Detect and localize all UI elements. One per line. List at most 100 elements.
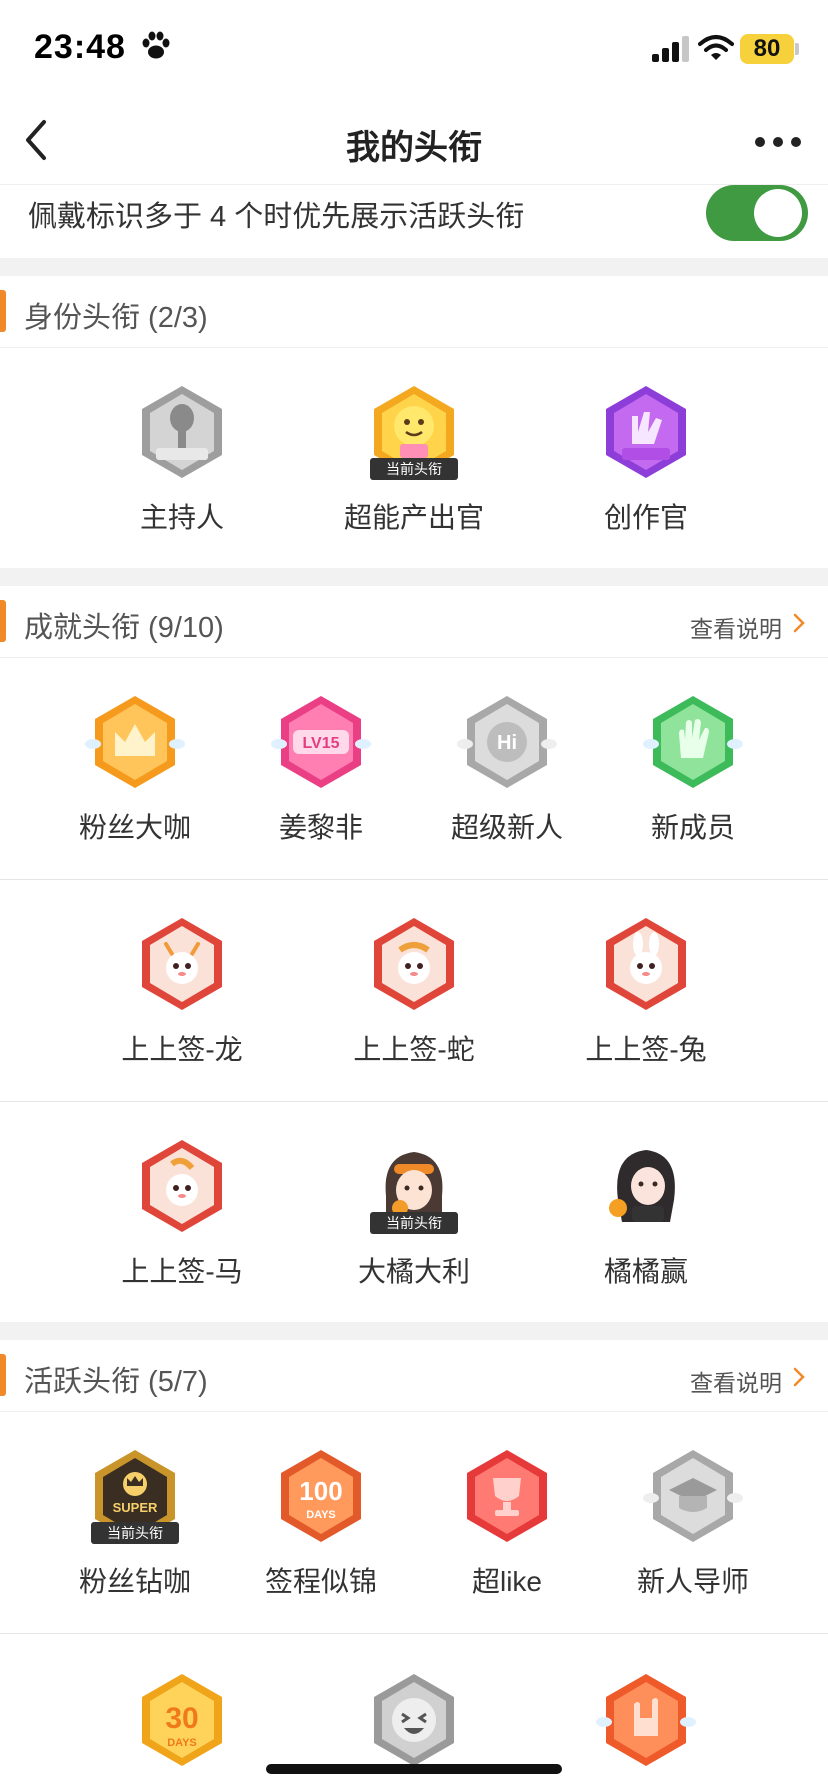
trophy-badge-icon — [467, 1450, 547, 1542]
section-accent-bar — [0, 290, 6, 332]
home-indicator[interactable] — [266, 1764, 562, 1774]
crown-badge-icon — [85, 696, 185, 788]
svg-text:100: 100 — [299, 1476, 342, 1506]
badge-label: 新成员 — [650, 812, 735, 843]
chevron-right-icon[interactable] — [792, 1366, 806, 1388]
badge-label: 签程似锦 — [264, 1566, 377, 1597]
badge-label: 创作官 — [603, 502, 688, 533]
badge-item-host[interactable]: 主持人 — [112, 382, 252, 536]
active-section-header: 活跃头衔 (5/7) 查看说明 — [0, 1340, 828, 1412]
badge-item-new-member[interactable]: 新成员 — [623, 692, 763, 846]
badge-label: 上上签-蛇 — [353, 1034, 475, 1065]
badge-item-jiang-lifei[interactable]: LV15 姜黎非 — [251, 692, 391, 846]
badge-label: 超like — [471, 1566, 542, 1597]
wifi-icon — [698, 35, 734, 60]
achievement-badge-row-2: 上上签-龙 上上签-蛇 上上签-兔 — [0, 880, 828, 1102]
badge-item-creator[interactable]: 创作官 — [576, 382, 716, 536]
priority-toggle-label: 佩戴标识多于 4 个时优先展示活跃头衔 — [28, 201, 525, 233]
page-title: 我的头衔 — [346, 129, 482, 167]
hi-badge-icon: Hi — [457, 696, 557, 788]
badge-item-big-orange[interactable]: 当前头衔 大橘大利 — [344, 1136, 484, 1290]
active-help-link[interactable]: 查看说明 — [690, 1364, 782, 1398]
battery-indicator: 80 — [740, 34, 794, 64]
svg-text:LV15: LV15 — [302, 735, 339, 752]
badge-label: 上上签-龙 — [121, 1034, 243, 1065]
current-title-tag: 当前头衔 — [370, 1212, 458, 1234]
badge-label: 超能产出官 — [344, 502, 485, 533]
achievement-help-link[interactable]: 查看说明 — [690, 610, 782, 644]
chevron-right-icon[interactable] — [792, 612, 806, 634]
nav-bar: 我的头衔 — [0, 96, 828, 184]
lv15-badge-icon: LV15 — [271, 696, 371, 788]
active-badge-row-1: SUPER 当前头衔 粉丝钻咖 100 DAYS 签程似锦 超like 新人导师 — [0, 1412, 828, 1634]
svg-text:Hi: Hi — [497, 732, 517, 754]
battery-level: 80 — [753, 35, 781, 62]
svg-text:DAYS: DAYS — [167, 1737, 197, 1749]
section-divider — [0, 1322, 828, 1340]
dragon-badge-icon — [142, 918, 222, 1010]
badge-label: 橘橘赢 — [603, 1256, 688, 1287]
achievement-section-header: 成就头衔 (9/10) 查看说明 — [0, 586, 828, 658]
priority-toggle-switch[interactable] — [706, 185, 808, 241]
100-days-badge-icon: 100 DAYS — [281, 1450, 361, 1542]
badge-item-super-newcomer[interactable]: Hi 超级新人 — [437, 692, 577, 846]
badge-item-newbie-mentor[interactable]: 新人导师 — [623, 1446, 763, 1600]
badge-label: 姜黎非 — [278, 812, 363, 843]
section-divider — [0, 258, 828, 276]
badge-label: 上上签-兔 — [585, 1034, 707, 1065]
badge-label: 大橘大利 — [357, 1256, 470, 1287]
badge-item-lucky-horse[interactable]: 上上签-马 — [112, 1136, 252, 1290]
achievement-badge-row-1: 粉丝大咖 LV15 姜黎非 Hi 超级新人 新成员 — [0, 658, 828, 880]
laugh-badge-icon — [374, 1674, 454, 1766]
current-title-tag: 当前头衔 — [370, 458, 458, 480]
badge-label: 超级新人 — [450, 812, 563, 843]
creator-badge-icon — [606, 386, 686, 478]
30-days-badge-icon: 30 DAYS — [142, 1674, 222, 1766]
badge-label: 新人导师 — [636, 1566, 749, 1597]
badge-item-30-days[interactable]: 30 DAYS — [112, 1670, 252, 1770]
achievement-badge-row-3: 上上签-马 当前头衔 大橘大利 橘橘赢 — [0, 1102, 828, 1322]
badge-item-lucky-dragon[interactable]: 上上签-龙 — [112, 914, 252, 1068]
badge-label: 上上签-马 — [121, 1256, 243, 1287]
toggle-knob — [754, 189, 802, 237]
badge-label: 主持人 — [139, 502, 224, 533]
achievement-section-title: 成就头衔 (9/10) — [24, 612, 224, 644]
host-badge-icon — [142, 386, 222, 478]
badge-item-fan-star[interactable]: 粉丝大咖 — [65, 692, 205, 846]
status-bar: 23:48 80 — [0, 0, 828, 96]
orange-girl2-badge-icon — [609, 1150, 675, 1222]
svg-text:30: 30 — [165, 1702, 198, 1735]
badge-item-bright-future[interactable]: 100 DAYS 签程似锦 — [251, 1446, 391, 1600]
battery-tip — [795, 43, 799, 55]
badge-item-lucky-rabbit[interactable]: 上上签-兔 — [576, 914, 716, 1068]
cellular-signal-icon — [652, 36, 689, 62]
hand-badge-icon — [643, 696, 743, 788]
badge-label: 粉丝大咖 — [78, 812, 191, 843]
badge-item-laugh[interactable] — [344, 1670, 484, 1770]
horse-badge-icon — [142, 1140, 222, 1232]
section-accent-bar — [0, 1354, 6, 1396]
rock-hand-badge-icon — [596, 1674, 696, 1766]
mentor-badge-icon — [643, 1450, 743, 1542]
svg-text:DAYS: DAYS — [306, 1509, 336, 1521]
identity-badge-row: 主持人 当前头衔 超能产出官 创作官 — [0, 348, 828, 568]
paw-icon — [142, 31, 170, 59]
svg-text:SUPER: SUPER — [113, 1500, 158, 1515]
current-title-tag: 当前头衔 — [91, 1522, 179, 1544]
badge-item-super-producer[interactable]: 当前头衔 超能产出官 — [344, 382, 484, 536]
badge-item-super-like[interactable]: 超like — [437, 1446, 577, 1600]
section-accent-bar — [0, 600, 6, 642]
badge-label: 粉丝钻咖 — [78, 1566, 191, 1597]
more-options-icon[interactable] — [754, 136, 802, 148]
snake-badge-icon — [374, 918, 454, 1010]
priority-toggle-row: 佩戴标识多于 4 个时优先展示活跃头衔 — [0, 184, 828, 258]
badge-item-rock-hand[interactable] — [576, 1670, 716, 1770]
badge-item-lucky-snake[interactable]: 上上签-蛇 — [344, 914, 484, 1068]
badge-item-fan-diamond[interactable]: SUPER 当前头衔 粉丝钻咖 — [65, 1446, 205, 1600]
identity-section-header: 身份头衔 (2/3) — [0, 276, 828, 348]
rabbit-badge-icon — [606, 918, 686, 1010]
badge-item-orange-win[interactable]: 橘橘赢 — [576, 1136, 716, 1290]
identity-section-title: 身份头衔 (2/3) — [24, 302, 208, 334]
section-divider — [0, 568, 828, 586]
status-time: 23:48 — [34, 28, 126, 66]
